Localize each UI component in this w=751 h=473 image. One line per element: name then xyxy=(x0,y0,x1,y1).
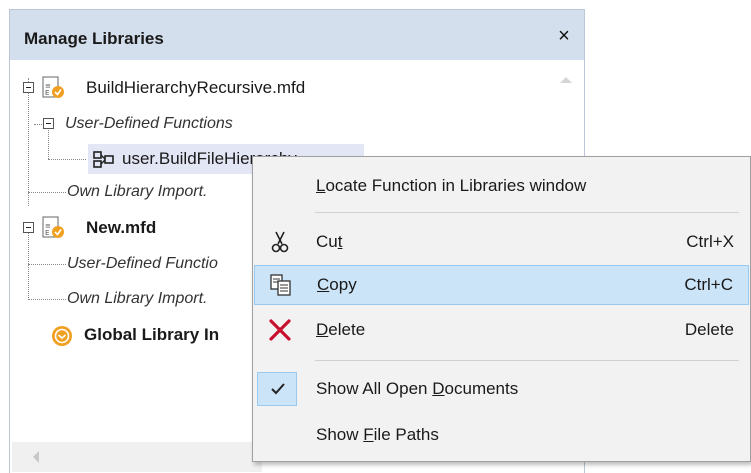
svg-text:E: E xyxy=(45,229,49,237)
mapping-file-icon: ≡ E xyxy=(41,216,65,240)
menu-item-label: Copy xyxy=(317,275,357,294)
panel-title: Manage Libraries xyxy=(24,29,164,48)
collapse-toggle[interactable] xyxy=(23,82,34,93)
menu-item-label: Show All Open Documents xyxy=(316,379,519,398)
shortcut-label: Delete xyxy=(684,320,734,339)
file-name: BuildHierarchyRecursive.mfd xyxy=(86,78,306,97)
menu-item-show-all-open-documents[interactable]: Show All Open Documents xyxy=(254,369,749,409)
tree-item-global-imports[interactable]: Global Library In xyxy=(10,320,260,350)
function-icon xyxy=(92,148,116,172)
tree-item-file2[interactable]: ≡ E New.mfd xyxy=(10,213,260,243)
menu-item-delete[interactable]: Delete Delete xyxy=(254,310,749,350)
global-library-icon xyxy=(50,324,74,348)
panel-header: Manage Libraries × xyxy=(10,10,584,60)
copy-icon xyxy=(269,273,293,297)
scroll-up-icon[interactable] xyxy=(556,70,576,90)
menu-separator xyxy=(315,360,739,361)
scroll-left-icon[interactable] xyxy=(26,442,46,472)
group-label: Own Library Import. xyxy=(67,290,208,307)
menu-item-label: Delete xyxy=(316,320,366,339)
checkmark-icon xyxy=(266,377,290,401)
scissors-icon xyxy=(268,230,292,254)
mapping-file-icon: ≡ E xyxy=(41,76,65,100)
menu-separator xyxy=(315,212,739,213)
tree-item-own-import[interactable]: Own Library Import. xyxy=(10,177,260,207)
horizontal-scrollbar[interactable] xyxy=(12,442,262,472)
menu-item-locate-function[interactable]: Locate Function in Libraries window xyxy=(254,166,749,206)
close-button[interactable]: × xyxy=(554,26,574,46)
group-label: User-Defined Functio xyxy=(67,255,218,272)
menu-item-label: Locate Function in Libraries window xyxy=(316,176,587,195)
menu-item-label: Cut xyxy=(316,232,343,251)
menu-item-show-file-paths[interactable]: Show File Paths xyxy=(254,415,749,455)
shortcut-label: Ctrl+C xyxy=(684,275,733,294)
file-name: New.mfd xyxy=(86,218,157,237)
menu-item-cut[interactable]: Cut Ctrl+X xyxy=(254,222,749,262)
svg-text:E: E xyxy=(45,89,49,97)
menu-item-label: Show File Paths xyxy=(316,425,439,444)
tree-item-udf-group[interactable]: User-Defined Functions xyxy=(10,109,550,139)
tree-item-own-import[interactable]: Own Library Import. xyxy=(10,284,260,314)
collapse-toggle[interactable] xyxy=(43,118,54,129)
context-menu: Locate Function in Libraries window Cut … xyxy=(252,156,751,462)
collapse-toggle[interactable] xyxy=(23,222,34,233)
tree-item-file1[interactable]: ≡ E BuildHierarchyRecursive.mfd xyxy=(10,73,550,103)
group-label: User-Defined Functions xyxy=(65,115,233,132)
group-label: Own Library Import. xyxy=(67,183,208,200)
shortcut-label: Ctrl+X xyxy=(686,232,734,251)
tree-line xyxy=(48,159,86,160)
menu-item-copy[interactable]: Copy Ctrl+C xyxy=(254,265,749,305)
delete-icon xyxy=(268,318,292,342)
global-label: Global Library In xyxy=(84,325,220,344)
tree-item-udf-group[interactable]: User-Defined Functio xyxy=(10,249,260,279)
